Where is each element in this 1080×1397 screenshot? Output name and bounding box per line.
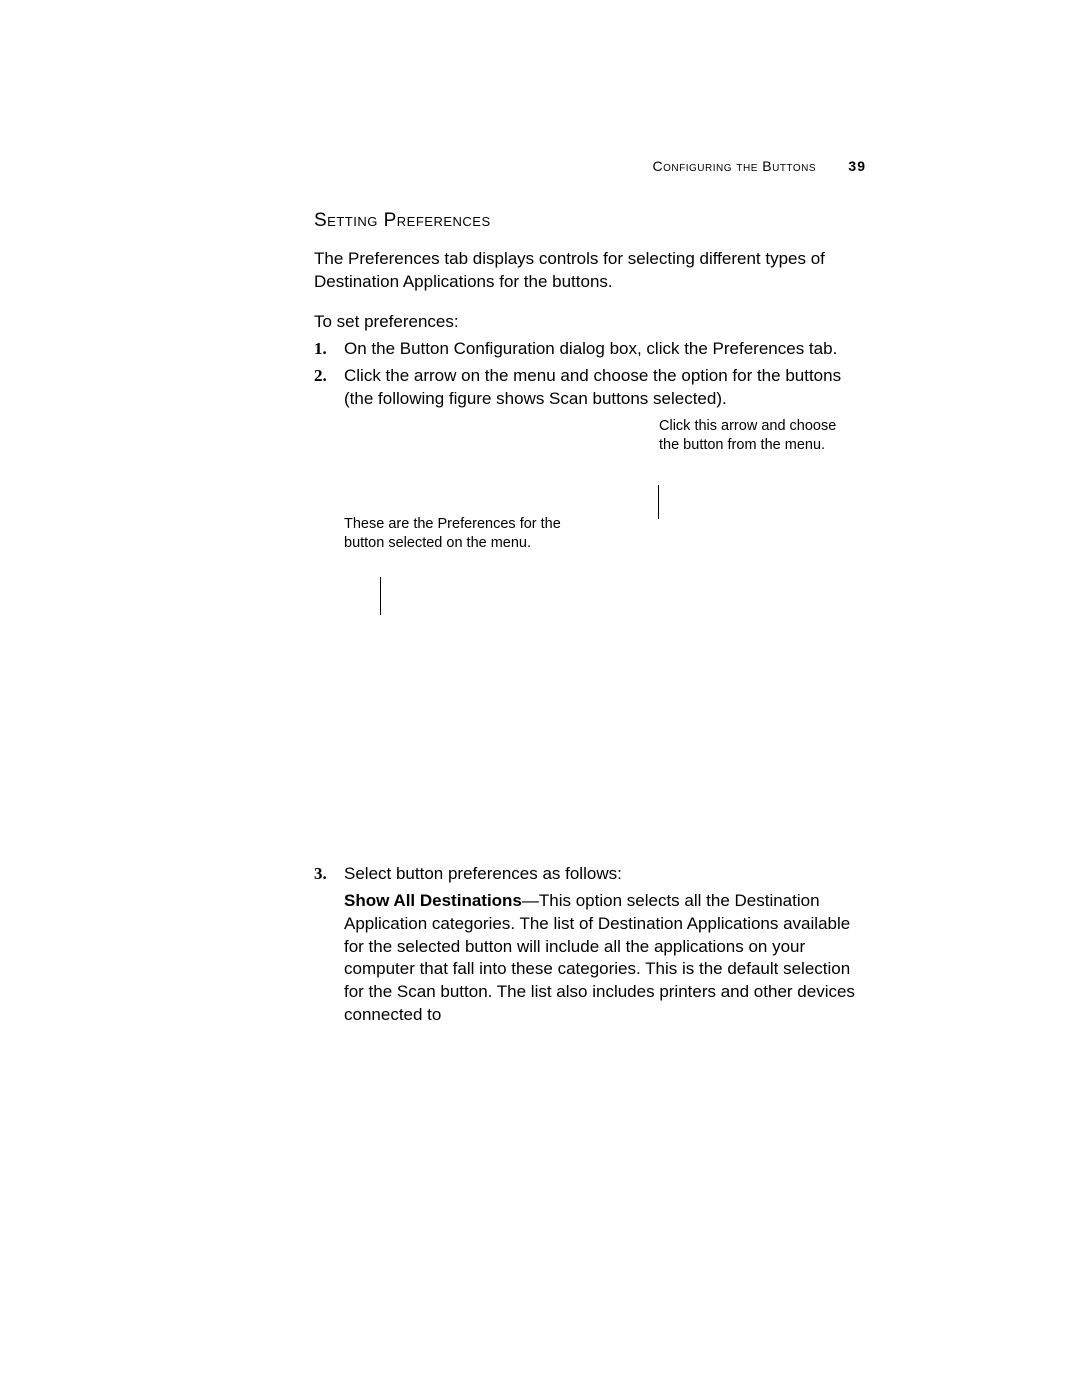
running-head: Configuring the Buttons 39 [0,158,1080,174]
step-3-number: 3. [314,863,344,886]
content-area: Setting Preferences The Preferences tab … [314,210,862,1027]
step-2: 2. Click the arrow on the menu and choos… [314,365,862,411]
step-2-number: 2. [314,365,344,411]
callout-left-leader [380,577,381,615]
step-3-bullet-label: Show All Destinations [344,891,522,910]
step-3-bullet-rest: —This option selects all the Destination… [344,891,855,1025]
callout-right-leader [658,485,659,519]
callout-right: Click this arrow and choose the button f… [659,417,859,455]
step-2-body: Click the arrow on the menu and choose t… [344,365,862,411]
running-head-page: 39 [848,158,866,174]
step-3: 3. Select button preferences as follows: [314,863,862,886]
callout-left: These are the Preferences for the button… [344,515,604,553]
step-1-body: On the Button Configuration dialog box, … [344,338,862,361]
section-heading: Setting Preferences [314,210,862,232]
callout-row: Click this arrow and choose the button f… [314,417,862,607]
step-3-body: Select button preferences as follows: [344,863,862,886]
running-head-label: Configuring the Buttons [652,158,816,174]
step-1-number: 1. [314,338,344,361]
page: Configuring the Buttons 39 Setting Prefe… [0,0,1080,1397]
embedded-screenshot-placeholder [314,607,862,857]
step-1: 1. On the Button Configuration dialog bo… [314,338,862,361]
step-3-bullet: Show All Destinations—This option select… [344,890,862,1028]
procedure-lead: To set preferences: [314,312,862,332]
intro-paragraph: The Preferences tab displays controls fo… [314,248,862,294]
